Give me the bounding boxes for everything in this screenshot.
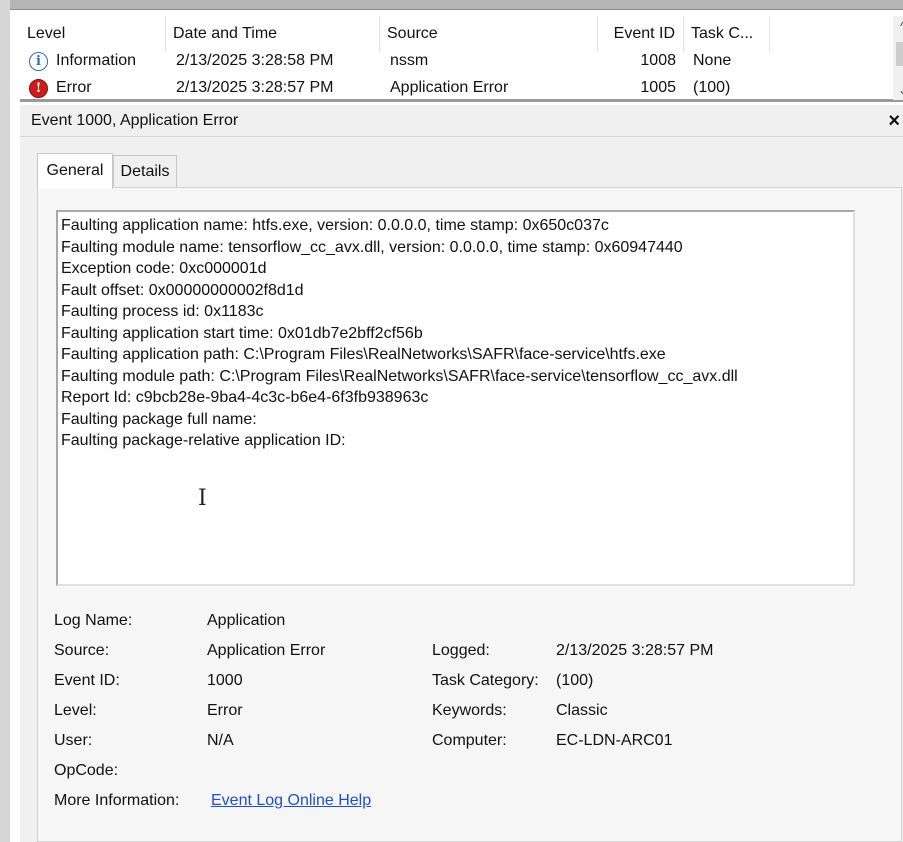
keywords-label: Keywords: [432,702,507,719]
row-source: Application Error [390,79,509,96]
text-cursor-icon: I [198,486,207,511]
tab-details[interactable]: Details [113,155,177,187]
description-line: Faulting application path: C:\Program Fi… [61,346,666,363]
level-label: Level: [54,702,97,719]
event-id-value: 1000 [207,672,243,689]
table-row[interactable]: i Information 2/13/2025 3:28:58 PM nssm … [20,48,892,74]
row-source: nssm [390,52,429,69]
more-information-label: More Information: [54,792,180,809]
column-header-source[interactable]: Source [380,16,598,52]
event-viewer-window: Level Date and Time Source Event ID Task… [0,0,903,842]
general-tab-panel: Faulting application name: htfs.exe, ver… [37,187,902,842]
event-description-box[interactable]: Faulting application name: htfs.exe, ver… [56,210,855,586]
description-line: Faulting module path: C:\Program Files\R… [61,367,738,385]
computer-label: Computer: [432,732,507,749]
row-date-time: 2/13/2025 3:28:57 PM [176,79,334,96]
description-line: Faulting application name: htfs.exe, ver… [61,217,609,234]
top-toolbar-strip [10,0,903,10]
row-task-category: (100) [693,79,731,96]
event-id-label: Event ID: [54,672,120,689]
scroll-up-icon[interactable]: ^ [893,16,903,36]
column-header-date-time[interactable]: Date and Time [166,16,380,52]
row-level: Error [56,79,92,96]
description-line: Report Id: c9bcb28e-9ba4-4c3c-b6e4-6f3fb… [61,389,429,406]
user-value: N/A [207,732,234,749]
user-label: User: [54,732,93,749]
description-line: Faulting application start time: 0x01db7… [61,324,423,342]
logged-value: 2/13/2025 3:28:57 PM [556,642,714,659]
event-log-online-help-link[interactable]: Event Log Online Help [211,791,371,811]
row-event-id: 1005 [640,79,676,96]
row-level: Information [56,52,137,69]
info-icon: i [29,52,48,71]
close-icon[interactable]: × [888,109,900,133]
description-line: Faulting package full name: [61,410,257,428]
keywords-value: Classic [556,702,608,719]
computer-value: EC-LDN-ARC01 [556,732,673,749]
row-date-time: 2/13/2025 3:28:58 PM [176,52,334,69]
event-detail-pane: Event 1000, Application Error × General … [20,105,903,842]
log-name-label: Log Name: [54,612,133,629]
row-task-category: None [693,52,732,69]
column-header-event-id[interactable]: Event ID [598,16,684,52]
logged-label: Logged: [432,642,490,659]
description-line: Exception code: 0xc000001d [61,260,267,277]
opcode-label: OpCode: [54,762,119,779]
row-event-id: 1008 [640,52,676,69]
event-list[interactable]: Level Date and Time Source Event ID Task… [20,10,903,102]
event-list-scrollbar[interactable]: ^ ⌄ [893,16,903,100]
column-header-task-category[interactable]: Task C... [684,16,770,52]
detail-title-bar: Event 1000, Application Error × [20,105,903,137]
description-line: Faulting process id: 0x1183c [61,303,264,320]
error-icon: ! [29,79,48,98]
task-category-label: Task Category: [432,672,539,689]
tab-general[interactable]: General [37,153,113,189]
description-line: Fault offset: 0x00000000002f8d1d [61,281,304,299]
detail-title: Event 1000, Application Error [31,112,239,129]
scroll-down-icon[interactable]: ⌄ [893,80,903,100]
source-label: Source: [54,642,110,659]
task-category-value: (100) [556,672,594,689]
description-line: Faulting module name: tensorflow_cc_avx.… [61,238,683,256]
level-value: Error [207,702,243,719]
column-header-level[interactable]: Level [20,16,166,52]
table-row[interactable]: ! Error 2/13/2025 3:28:57 PM Application… [20,75,892,101]
log-name-value: Application [207,612,286,629]
scroll-thumb[interactable] [896,42,903,66]
source-value: Application Error [207,642,326,659]
description-line: Faulting package-relative application ID… [61,432,346,449]
